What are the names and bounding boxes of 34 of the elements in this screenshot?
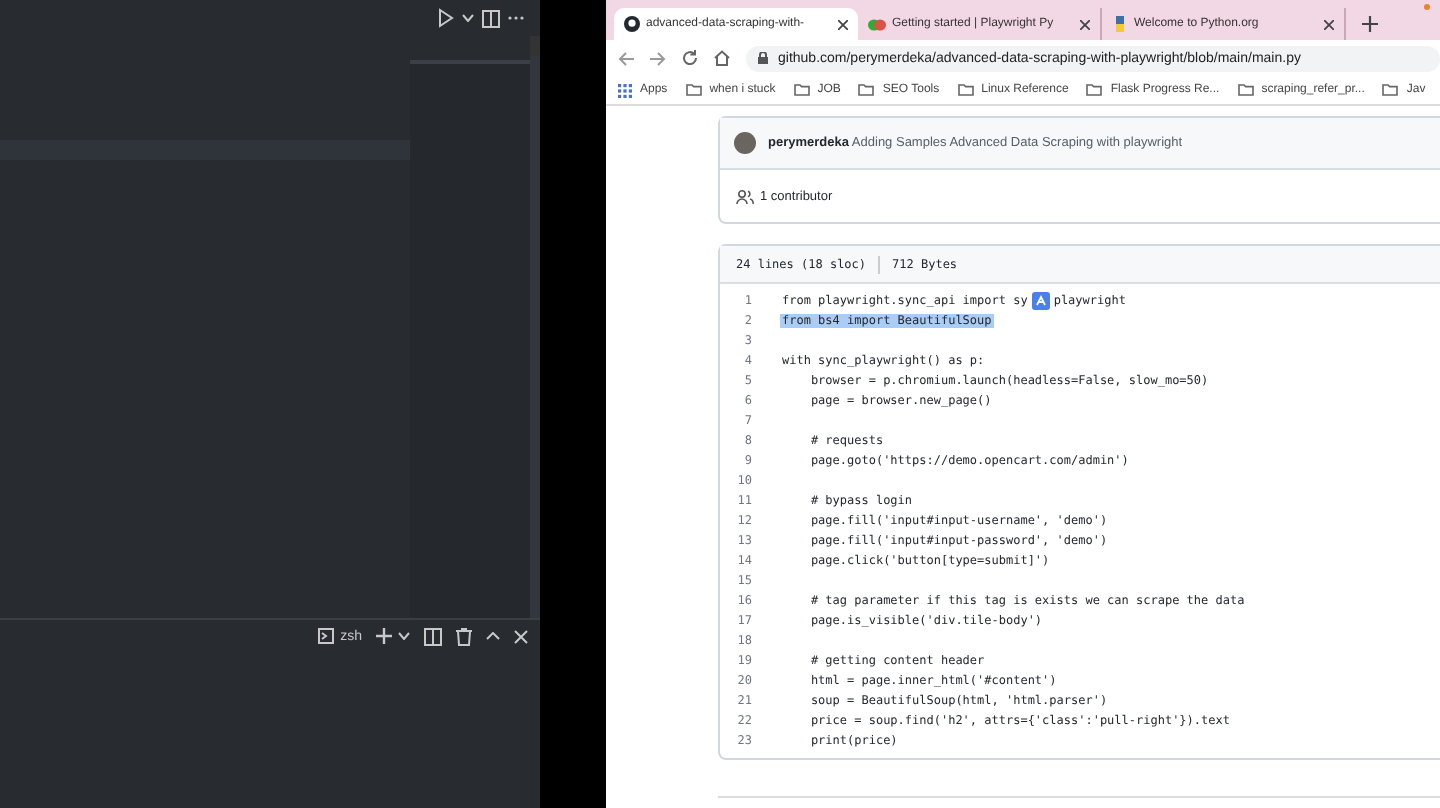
terminal-icon bbox=[318, 628, 335, 644]
home-icon[interactable] bbox=[714, 50, 730, 66]
plus-icon[interactable] bbox=[376, 628, 392, 644]
theater-masks-icon bbox=[868, 17, 886, 31]
lock-icon bbox=[758, 52, 768, 64]
chevron-down-icon[interactable] bbox=[398, 632, 410, 640]
back-icon[interactable] bbox=[618, 51, 634, 65]
recording-dot-icon bbox=[1424, 4, 1430, 10]
close-icon[interactable] bbox=[1080, 19, 1090, 29]
new-tab-icon[interactable] bbox=[1362, 16, 1378, 32]
folder-icon bbox=[685, 84, 702, 96]
folder-icon bbox=[1086, 84, 1103, 96]
reload-icon[interactable] bbox=[682, 50, 698, 66]
folder-icon bbox=[858, 84, 875, 96]
folder-icon bbox=[1382, 84, 1399, 96]
avatar bbox=[734, 132, 756, 154]
chevron-up-icon[interactable] bbox=[486, 632, 500, 640]
close-icon[interactable] bbox=[1324, 19, 1334, 29]
split-editor-icon[interactable] bbox=[482, 9, 500, 27]
github-logo-icon bbox=[624, 16, 640, 32]
people-icon bbox=[736, 189, 754, 203]
chevron-down-icon[interactable] bbox=[462, 14, 474, 22]
trash-icon[interactable] bbox=[456, 627, 472, 645]
run-icon[interactable] bbox=[438, 8, 454, 28]
folder-icon bbox=[957, 84, 974, 96]
scrollbar[interactable] bbox=[530, 36, 540, 618]
close-icon[interactable] bbox=[838, 19, 848, 29]
apps-grid-icon bbox=[618, 83, 632, 97]
folder-icon bbox=[1237, 84, 1254, 96]
folder-icon bbox=[793, 84, 810, 96]
split-terminal-icon[interactable] bbox=[424, 627, 442, 645]
translate-icon[interactable] bbox=[1031, 291, 1050, 309]
python-logo-icon bbox=[1112, 16, 1128, 32]
forward-icon[interactable] bbox=[650, 51, 666, 65]
